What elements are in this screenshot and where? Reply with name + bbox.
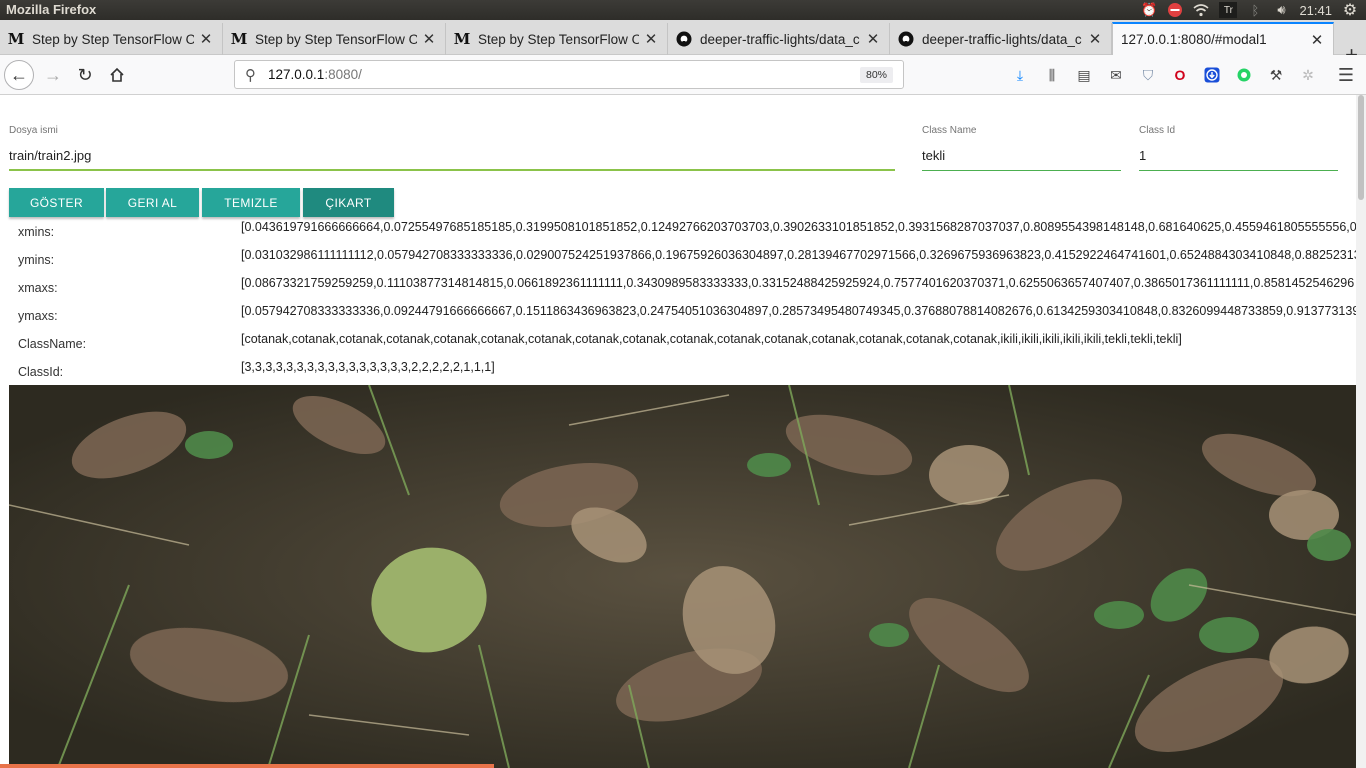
- url-bar[interactable]: ⚲ 127.0.0.1:8080/ 80%: [234, 60, 904, 89]
- url-path: :8080/: [324, 67, 362, 82]
- url-text[interactable]: 127.0.0.1:8080/: [268, 67, 362, 82]
- clear-button[interactable]: TEMIZLE: [202, 188, 300, 217]
- navigation-toolbar: ← → ↻ ⚲ 127.0.0.1:8080/ 80% ⤓ ⫼ ▤ ✉ ⛉ O …: [0, 55, 1366, 95]
- tab-title: 127.0.0.1:8080/#modal1: [1121, 32, 1267, 47]
- xmaxs-label: xmaxs:: [18, 281, 58, 295]
- whatsapp-icon[interactable]: [1234, 65, 1254, 85]
- settings-gear-icon[interactable]: ⚙: [1342, 2, 1358, 19]
- show-button[interactable]: GÖSTER: [9, 188, 104, 217]
- tab-strip: M Step by Step TensorFlow Ob ✕ M Step by…: [0, 20, 1366, 66]
- classname-field: Class Name: [922, 125, 1121, 173]
- classid-label: Class Id: [1139, 125, 1176, 136]
- volume-icon[interactable]: 🔊︎: [1273, 2, 1289, 18]
- xmaxs-value: [0.08673321759259259,0.11103877314814815…: [241, 276, 1355, 290]
- medium-favicon-icon: M: [7, 30, 25, 48]
- downloads-icon[interactable]: ⤓: [1010, 65, 1030, 85]
- keyboard-layout-indicator[interactable]: Tr: [1219, 2, 1238, 18]
- close-tab-icon[interactable]: ✕: [1309, 31, 1325, 49]
- xmins-value: [0.043619791666666664,0.0725549768518518…: [241, 220, 1366, 234]
- back-arrow-icon[interactable]: ←: [4, 60, 34, 90]
- opera-icon[interactable]: O: [1170, 65, 1190, 85]
- close-tab-icon[interactable]: ✕: [1087, 30, 1103, 48]
- forward-arrow-icon[interactable]: →: [38, 60, 68, 90]
- filename-field: Dosya ismi: [9, 125, 895, 173]
- hamburger-menu-icon[interactable]: ☰: [1336, 65, 1356, 85]
- tab-title: Step by Step TensorFlow Ob: [32, 31, 194, 47]
- ymaxs-label: ymaxs:: [18, 309, 58, 323]
- filename-label: Dosya ismi: [9, 125, 58, 136]
- tab-5[interactable]: deeper-traffic-lights/data_c ✕: [890, 23, 1112, 55]
- url-host: 127.0.0.1: [268, 67, 325, 82]
- classid-input[interactable]: [1139, 141, 1338, 171]
- scrollbar-thumb[interactable]: [1358, 95, 1364, 200]
- mail-icon[interactable]: ✉: [1106, 65, 1126, 85]
- github-icon: [898, 31, 914, 47]
- classname-row-label: ClassName:: [18, 337, 87, 351]
- tab-title: Step by Step TensorFlow Ob: [255, 31, 417, 47]
- leaf-litter-photo: [9, 385, 1356, 768]
- close-tab-icon[interactable]: ✕: [643, 30, 659, 48]
- classname-label: Class Name: [922, 125, 977, 136]
- classid-row-value: [3,3,3,3,3,3,3,3,3,3,3,3,3,3,3,3,2,2,2,2…: [241, 360, 495, 374]
- home-icon[interactable]: [102, 60, 132, 90]
- close-tab-icon[interactable]: ✕: [198, 30, 214, 48]
- filename-input[interactable]: [9, 141, 895, 171]
- ymaxs-value: [0.057942708333333336,0.0924479166666666…: [241, 304, 1366, 318]
- page-content: Dosya ismi Class Name Class Id GÖSTER GE…: [0, 95, 1366, 768]
- alarm-clock-icon[interactable]: ⏰: [1141, 2, 1157, 18]
- tab-2[interactable]: M Step by Step TensorFlow Ob ✕: [223, 23, 446, 55]
- classid-row-label: ClassId:: [18, 365, 64, 379]
- extension-icon[interactable]: ✲: [1298, 65, 1318, 85]
- classname-input[interactable]: [922, 141, 1121, 171]
- clock[interactable]: 21:41: [1299, 3, 1332, 18]
- close-tab-icon[interactable]: ✕: [865, 30, 881, 48]
- extract-button[interactable]: ÇIKART: [303, 188, 394, 217]
- ymins-label: ymins:: [18, 253, 55, 267]
- page-scrollbar[interactable]: [1356, 95, 1366, 768]
- search-icon: ⚲: [245, 67, 256, 84]
- wifi-icon[interactable]: [1193, 2, 1209, 18]
- tab-title: Step by Step TensorFlow Ob: [478, 31, 639, 47]
- close-tab-icon[interactable]: ✕: [421, 30, 437, 48]
- shield-icon[interactable]: ⛉: [1138, 65, 1158, 85]
- tab-3[interactable]: M Step by Step TensorFlow Ob ✕: [446, 23, 668, 55]
- xmins-label: xmins:: [18, 225, 55, 239]
- sidebar-icon[interactable]: ▤: [1074, 65, 1094, 85]
- classname-row-value: [cotanak,cotanak,cotanak,cotanak,cotanak…: [241, 332, 1182, 346]
- tools-icon[interactable]: ⚒: [1266, 65, 1286, 85]
- medium-favicon-icon: M: [230, 30, 248, 48]
- zoom-level-badge[interactable]: 80%: [859, 67, 893, 83]
- library-icon[interactable]: ⫼: [1042, 65, 1062, 85]
- tab-1[interactable]: M Step by Step TensorFlow Ob ✕: [0, 23, 223, 55]
- window-title: Mozilla Firefox: [6, 2, 97, 17]
- page-load-progress: [0, 764, 494, 768]
- annotation-image[interactable]: [9, 385, 1356, 768]
- ymins-value: [0.031032986111111112,0.0579427083333333…: [241, 248, 1361, 262]
- undo-button[interactable]: GERI AL: [106, 188, 199, 217]
- tab-active-modal[interactable]: 127.0.0.1:8080/#modal1 ✕: [1112, 22, 1334, 55]
- reload-icon[interactable]: ↻: [70, 60, 100, 90]
- download-manager-icon[interactable]: [1202, 65, 1222, 85]
- os-top-panel: Mozilla Firefox ⏰ Tr ᛒ 🔊︎ 21:41 ⚙: [0, 0, 1366, 20]
- tab-4[interactable]: deeper-traffic-lights/data_c ✕: [668, 23, 890, 55]
- do-not-disturb-icon[interactable]: [1167, 2, 1183, 18]
- tab-title: deeper-traffic-lights/data_c: [700, 31, 860, 47]
- system-tray: ⏰ Tr ᛒ 🔊︎ 21:41 ⚙: [1141, 0, 1358, 20]
- tab-title: deeper-traffic-lights/data_c: [922, 31, 1082, 47]
- medium-favicon-icon: M: [453, 30, 471, 48]
- bluetooth-icon[interactable]: ᛒ: [1247, 2, 1263, 18]
- classid-field: Class Id: [1139, 125, 1338, 173]
- github-icon: [676, 31, 692, 47]
